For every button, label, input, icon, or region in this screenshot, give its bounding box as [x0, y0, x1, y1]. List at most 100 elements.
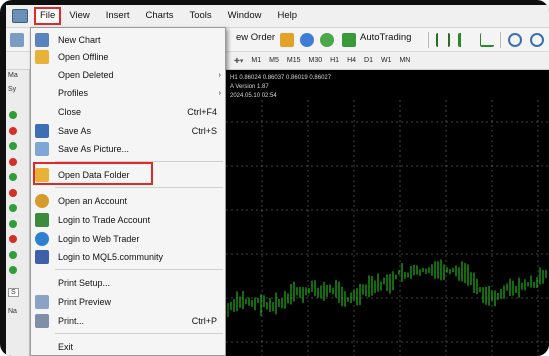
timeframe-m15[interactable]: M15 — [283, 57, 305, 64]
symbol-row[interactable] — [9, 217, 27, 231]
timeframe-m1[interactable]: M1 — [247, 57, 265, 64]
navigator-tab[interactable]: Na — [8, 308, 17, 315]
crosshair-icon[interactable]: ✚▾ — [230, 57, 247, 65]
mql5-icon — [35, 250, 49, 264]
menu-item-new-chart[interactable]: New Chart — [31, 31, 225, 49]
symbol-column-header: Sy — [8, 86, 17, 93]
menu-item-label: Exit — [58, 342, 74, 352]
chart-indicator-version: A Version 1.87 — [230, 84, 269, 90]
timeframe-h1[interactable]: H1 — [326, 57, 343, 64]
menu-item-label: Login to Web Trader — [58, 234, 140, 244]
market-watch-panel: Ma Sy S Na — [6, 70, 30, 356]
menu-item-label: Print... — [58, 316, 85, 326]
symbol-row[interactable] — [9, 201, 27, 215]
price-chart[interactable] — [226, 70, 549, 356]
symbol-row[interactable] — [9, 248, 27, 262]
autotrading-icon — [342, 33, 356, 47]
menu-item-open-an-account[interactable]: Open an Account — [31, 192, 225, 210]
toolbar-new-chart-icon[interactable] — [10, 33, 24, 47]
login-icon — [35, 213, 49, 227]
signal-icon[interactable] — [320, 33, 334, 47]
trend-diamond-icon — [9, 266, 17, 274]
menu-item-label: Close — [58, 107, 82, 117]
printer-icon — [35, 314, 49, 328]
menu-item-login-to-trade-account[interactable]: Login to Trade Account — [31, 211, 225, 229]
folder-icon — [35, 50, 49, 64]
timeframe-h4[interactable]: H4 — [343, 57, 360, 64]
market-watch-tab[interactable]: Ma — [8, 72, 18, 79]
menu-insert[interactable]: Insert — [98, 7, 138, 25]
symbol-row[interactable] — [9, 186, 27, 200]
menu-item-shortcut: Ctrl+F4 — [187, 107, 217, 117]
symbol-row[interactable] — [9, 232, 27, 246]
menu-item-label: Login to Trade Account — [58, 215, 151, 225]
candlestick-icon[interactable] — [458, 33, 472, 47]
new-order-button[interactable]: ew Order — [236, 32, 275, 43]
web-icon — [35, 232, 49, 246]
symbol-row[interactable] — [9, 263, 27, 277]
symbol-row[interactable] — [9, 155, 27, 169]
submenu-arrow-icon: › — [218, 89, 221, 97]
menu-item-save-as[interactable]: Save As Ctrl+S — [31, 122, 225, 140]
menu-item-login-to-mql5-community[interactable]: Login to MQL5.community — [31, 248, 225, 266]
file-menu-dropdown: New Chart Open Offline Open Deleted › Profil… — [30, 27, 226, 356]
menu-separator — [55, 187, 223, 188]
menu-item-save-as-picture[interactable]: Save As Picture... — [31, 140, 225, 158]
timeframe-d1[interactable]: D1 — [360, 57, 377, 64]
menu-item-print-setup[interactable]: Print Setup... — [31, 274, 225, 292]
trend-diamond-icon — [9, 173, 17, 181]
picture-icon — [35, 142, 49, 156]
trend-diamond-icon — [9, 204, 17, 212]
bar-chart-icon[interactable] — [436, 33, 450, 47]
zoom-in-icon[interactable] — [508, 33, 522, 47]
chart-area[interactable]: H1 0.86024 0.86037 0.86019 0.86027 A Ver… — [226, 70, 549, 356]
trend-diamond-icon — [9, 235, 17, 243]
save-icon — [35, 124, 49, 138]
new-chart-icon — [35, 33, 49, 47]
trend-diamond-icon — [9, 157, 17, 166]
menu-item-print[interactable]: Print... Ctrl+P — [31, 312, 225, 330]
app-window: File View Insert Charts Tools Window Hel… — [0, 0, 549, 356]
menu-item-print-preview[interactable]: Print Preview — [31, 293, 225, 311]
menu-item-exit[interactable]: Exit — [31, 338, 225, 356]
trend-diamond-icon — [9, 250, 17, 259]
trend-diamond-icon — [9, 111, 17, 119]
autotrading-button[interactable]: AutoTrading — [360, 32, 411, 43]
menu-item-label: Save As Picture... — [58, 144, 130, 154]
menu-item-profiles[interactable]: Profiles › — [31, 84, 225, 102]
trend-diamond-icon — [9, 219, 17, 228]
line-chart-icon[interactable] — [480, 33, 494, 47]
menu-item-close[interactable]: Close Ctrl+F4 — [31, 103, 225, 121]
menu-help[interactable]: Help — [269, 7, 305, 25]
timeframe-mn[interactable]: MN — [395, 57, 414, 64]
timeframe-w1[interactable]: W1 — [377, 57, 396, 64]
chart-timestamp: 2024.05.10 02:54 — [230, 93, 277, 99]
menu-window[interactable]: Window — [220, 7, 270, 25]
diamond-icon[interactable] — [280, 33, 294, 47]
trend-diamond-icon — [9, 188, 17, 197]
symbol-input[interactable]: S — [8, 288, 19, 297]
timeframe-m5[interactable]: M5 — [265, 57, 283, 64]
menu-item-label: Save As — [58, 126, 92, 136]
menu-item-label: Login to MQL5.community — [58, 252, 164, 262]
menu-item-shortcut: Ctrl+P — [191, 316, 217, 326]
menu-separator — [55, 333, 223, 334]
menu-tools[interactable]: Tools — [181, 7, 219, 25]
zoom-out-icon[interactable] — [530, 33, 544, 47]
symbol-row[interactable] — [9, 108, 27, 122]
menu-file[interactable]: File — [34, 7, 62, 25]
menu-item-login-to-web-trader[interactable]: Login to Web Trader — [31, 230, 225, 248]
menu-charts[interactable]: Charts — [138, 7, 182, 25]
menu-item-open-deleted[interactable]: Open Deleted › — [31, 66, 225, 84]
symbol-row[interactable] — [9, 170, 27, 184]
menu-view[interactable]: View — [61, 7, 97, 25]
timeframe-m30[interactable]: M30 — [304, 57, 326, 64]
symbol-row[interactable] — [9, 124, 27, 138]
menu-item-open-offline[interactable]: Open Offline — [31, 48, 225, 66]
market-watch-icon[interactable] — [300, 33, 314, 47]
trend-diamond-icon — [9, 142, 17, 150]
symbol-row[interactable] — [9, 139, 27, 153]
submenu-arrow-icon: › — [218, 71, 221, 79]
print-preview-icon — [35, 295, 49, 309]
menu-bar: File View Insert Charts Tools Window Hel… — [6, 5, 549, 28]
